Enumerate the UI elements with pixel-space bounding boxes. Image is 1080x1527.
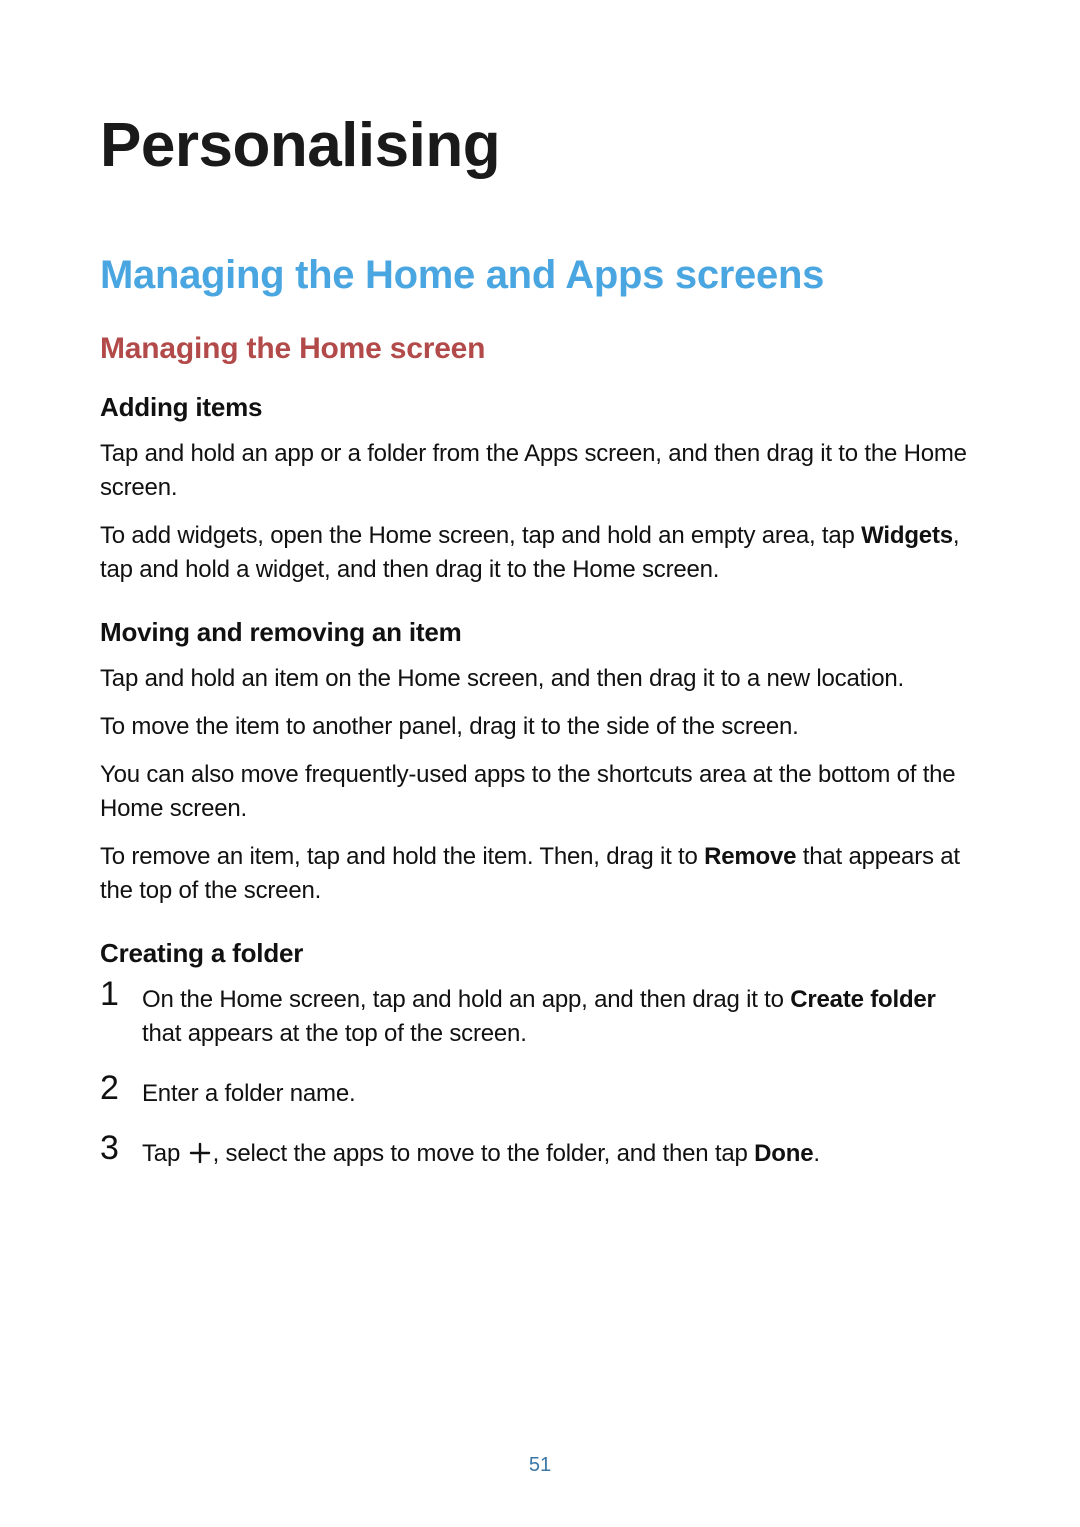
bold-text: Widgets (861, 522, 953, 549)
paragraph: To move the item to another panel, drag … (100, 710, 980, 744)
block-creating-folder: Creating a folder 1 On the Home screen, … (100, 938, 980, 1171)
list-item: 2 Enter a folder name. (100, 1077, 980, 1111)
text: Tap (142, 1140, 187, 1167)
block-adding-items: Adding items Tap and hold an app or a fo… (100, 392, 980, 587)
text: , select the apps to move to the folder,… (213, 1140, 755, 1167)
heading-adding-items: Adding items (100, 392, 980, 423)
text: that appears at the top of the screen. (142, 1020, 527, 1047)
bold-text: Done (754, 1140, 813, 1167)
step-number: 3 (100, 1131, 119, 1165)
text: On the Home screen, tap and hold an app,… (142, 986, 790, 1013)
chapter-title: Personalising (100, 110, 980, 181)
page-number: 51 (0, 1454, 1080, 1477)
text: Enter a folder name. (142, 1080, 355, 1107)
list-item: 3 Tap , select the apps to move to the f… (100, 1137, 980, 1171)
document-page: Personalising Managing the Home and Apps… (0, 0, 1080, 1527)
block-moving-removing: Moving and removing an item Tap and hold… (100, 617, 980, 908)
plus-icon (189, 1142, 211, 1164)
paragraph: Tap and hold an app or a folder from the… (100, 437, 980, 505)
subsection-title: Managing the Home screen (100, 332, 980, 366)
paragraph: To remove an item, tap and hold the item… (100, 840, 980, 908)
text: . (813, 1140, 819, 1167)
list-item: 1 On the Home screen, tap and hold an ap… (100, 983, 980, 1051)
text: To add widgets, open the Home screen, ta… (100, 522, 861, 549)
section-title: Managing the Home and Apps screens (100, 253, 980, 298)
step-number: 1 (100, 977, 119, 1011)
text: To remove an item, tap and hold the item… (100, 843, 704, 870)
heading-moving-removing: Moving and removing an item (100, 617, 980, 648)
heading-creating-folder: Creating a folder (100, 938, 980, 969)
step-number: 2 (100, 1071, 119, 1105)
bold-text: Remove (704, 843, 796, 870)
paragraph: To add widgets, open the Home screen, ta… (100, 519, 980, 587)
bold-text: Create folder (790, 986, 935, 1013)
ordered-steps: 1 On the Home screen, tap and hold an ap… (100, 983, 980, 1171)
paragraph: Tap and hold an item on the Home screen,… (100, 662, 980, 696)
paragraph: You can also move frequently-used apps t… (100, 758, 980, 826)
